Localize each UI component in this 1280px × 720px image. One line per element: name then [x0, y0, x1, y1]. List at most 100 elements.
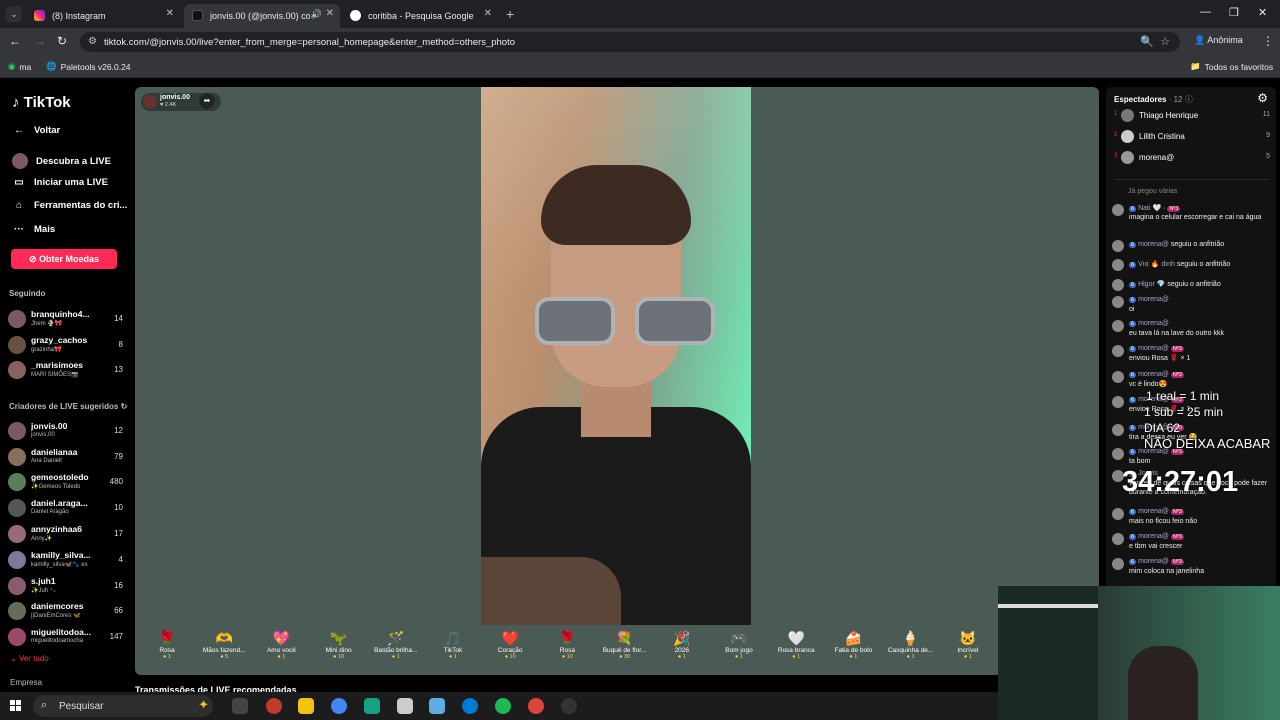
gift-item[interactable]: 🎮 Bom jogo ● 1 [711, 629, 767, 660]
gift-item[interactable]: ❤️ Coração ● 10 [482, 629, 538, 660]
avatar[interactable] [1112, 259, 1124, 271]
suggested-item[interactable]: annyzinhaa6 Anny✨ 17 [8, 524, 123, 546]
suggested-item[interactable]: daniemcores ||DaniEmCores 🦋 66 [8, 601, 123, 623]
gift-item[interactable]: 🌹 Rosa ● 10 [539, 629, 595, 660]
viewer-row[interactable]: 1 Thiago Henrique 11 [1114, 109, 1270, 123]
avatar[interactable] [1112, 396, 1124, 408]
following-item[interactable]: grazy_cachos grazinha🎀 8 [8, 335, 123, 357]
gift-item[interactable]: 🫶 Mãos fazend... ● 5 [196, 629, 252, 660]
all-favorites[interactable]: 📁 Todos os favoritos [1190, 61, 1273, 72]
zoom-icon[interactable]: 🔍 [1140, 36, 1154, 48]
tab-google[interactable]: coritiba - Pesquisa Google ✕ [342, 4, 498, 28]
suggested-item[interactable]: kamilly_silva... kamilly_silva🦋🐾 ex 4 [8, 550, 123, 572]
chat-username[interactable]: morena@ [1138, 371, 1169, 378]
chat-username[interactable]: Higor 💎 [1138, 281, 1165, 288]
chat-username[interactable]: Vıα 🔥 dınh [1138, 261, 1175, 268]
browser-menu-icon[interactable]: ⋮ [1262, 34, 1274, 48]
gift-item[interactable]: 🦖 Mini dino ● 10 [311, 629, 367, 660]
suggested-item[interactable]: s.juh1 ✨Juh ⁺₊ 16 [8, 576, 123, 598]
bookmark-star-icon[interactable]: ☆ [1160, 36, 1170, 48]
nav-discover-live[interactable]: Descubra a LIVE [12, 153, 111, 169]
avatar[interactable] [1112, 204, 1124, 216]
site-settings-icon[interactable]: ⚙ [88, 36, 97, 47]
bookmark-whatsapp[interactable]: ◉ ma [8, 61, 31, 72]
close-icon[interactable]: ✕ [166, 8, 174, 19]
avatar[interactable] [1112, 424, 1124, 436]
chat-username[interactable]: Nati 🤍 · [1138, 205, 1165, 212]
following-item[interactable]: _marisimoes MARI SIMÕES📷 13 [8, 360, 123, 382]
bookmark-paletools[interactable]: 🌐 Paletools v26.0.24 [46, 61, 131, 72]
chat-username[interactable]: morena@ [1138, 508, 1169, 515]
url-field[interactable]: ⚙ tiktok.com/@jonvis.00/live?enter_from_… [80, 32, 1180, 52]
suggested-item[interactable]: daniel.araga... Daniel Aragão 10 [8, 498, 123, 520]
avatar[interactable] [1112, 558, 1124, 570]
speaker-icon[interactable]: 🔊 [311, 9, 322, 20]
taskbar-search[interactable]: ⌕ Pesquisar ✦ [33, 695, 213, 717]
gear-icon[interactable]: ⚙ [1257, 91, 1268, 105]
avatar[interactable] [1112, 508, 1124, 520]
gift-item[interactable]: 🎵 TikTok ● 1 [425, 629, 481, 660]
chat-username[interactable]: morena@ [1138, 320, 1169, 327]
gift-item[interactable]: 🪄 Bastão brilha... ● 1 [368, 629, 424, 660]
app-red-icon[interactable] [266, 698, 282, 714]
spotify-icon[interactable] [495, 698, 511, 714]
gift-item[interactable]: 💖 Amo você ● 1 [253, 629, 309, 660]
back-arrow-icon[interactable]: ← [9, 34, 21, 48]
windows-start-icon[interactable] [10, 700, 22, 712]
avatar[interactable] [1112, 279, 1124, 291]
gift-item[interactable]: 💐 Buquê de flor... ● 30 [597, 629, 653, 660]
avatar[interactable] [1112, 448, 1124, 460]
avatar[interactable] [1112, 320, 1124, 332]
avatar[interactable] [1112, 533, 1124, 545]
share-icon[interactable]: ➦ [199, 93, 215, 109]
suggested-item[interactable]: danielianaa Ana Daniell 79 [8, 447, 123, 469]
gift-item[interactable]: 🤍 Rosa branca ● 1 [768, 629, 824, 660]
viewer-row[interactable]: 2 Lilith Cristina 9 [1114, 130, 1270, 144]
nav-creator-tools[interactable]: ⌂ Ferramentas do cri... [12, 200, 127, 211]
close-window-icon[interactable]: ✕ [1258, 6, 1267, 19]
obs-icon[interactable] [561, 698, 577, 714]
app-green-icon[interactable] [364, 698, 380, 714]
avatar[interactable] [1112, 296, 1124, 308]
chat-username[interactable]: morena@ [1138, 558, 1169, 565]
avatar[interactable] [1112, 240, 1124, 252]
see-all-link[interactable]: ⌄ Ver tudo [10, 654, 49, 663]
gift-item[interactable]: 🐱 Incrível ● 1 [940, 629, 996, 660]
close-icon[interactable]: ✕ [484, 8, 492, 19]
chat-username[interactable]: morena@ [1138, 296, 1169, 303]
tab-instagram[interactable]: (8) Instagram ✕ [26, 4, 180, 28]
nav-start-live[interactable]: ▭ Iniciar uma LIVE [12, 177, 108, 188]
task-view-icon[interactable] [232, 698, 248, 714]
chat-username[interactable]: morena@ [1138, 533, 1169, 540]
following-item[interactable]: branquinho4... Jhem 🍨🎀 14 [8, 309, 123, 331]
edge-icon[interactable] [462, 698, 478, 714]
new-tab-button[interactable]: + [506, 6, 514, 22]
incognito-indicator[interactable]: 👤 Anônima [1194, 35, 1243, 46]
avatar[interactable] [1112, 371, 1124, 383]
tab-tiktok[interactable]: jonvis.00 (@jonvis.00) com 🔊 ✕ [184, 4, 340, 28]
suggested-item[interactable]: gemeostoledo ✨Gemeos Toledo 480 [8, 472, 123, 494]
back-button[interactable]: ← Voltar [12, 125, 60, 136]
close-icon[interactable]: ✕ [326, 8, 334, 19]
avatar[interactable] [1112, 345, 1124, 357]
gift-item[interactable]: 🎉 2026 ● 1 [654, 629, 710, 660]
gift-item[interactable]: 🌹 Rosa ● 1 [139, 629, 195, 660]
nav-more[interactable]: ··· Mais [12, 224, 55, 235]
gift-item[interactable]: 🍦 Casquinha de... ● 1 [883, 629, 939, 660]
gift-item[interactable]: 🍰 Fatia de bolo ● 1 [825, 629, 881, 660]
suggested-item[interactable]: jonvis.00 jonvis.00 12 [8, 421, 123, 443]
app-white-icon[interactable] [397, 698, 413, 714]
viewer-row[interactable]: 3 morena@ 5 [1114, 151, 1270, 165]
chat-username[interactable]: morena@ [1138, 345, 1169, 352]
tab-search-icon[interactable]: ⌄ [6, 6, 22, 22]
minimize-icon[interactable]: — [1200, 6, 1211, 18]
forward-arrow-icon[interactable]: → [34, 34, 46, 48]
chrome-profile-icon[interactable] [528, 698, 544, 714]
refresh-icon[interactable]: ↻ [121, 402, 128, 411]
chrome-icon[interactable] [331, 698, 347, 714]
suggested-item[interactable]: miguelitodoa... miguelitodoamocha 147 [8, 627, 123, 649]
restore-icon[interactable]: ❐ [1229, 6, 1239, 19]
tiktok-logo[interactable]: ♪ TikTok [12, 94, 71, 111]
file-explorer-icon[interactable] [298, 698, 314, 714]
get-coins-button[interactable]: ⊘ Obter Moedas [11, 249, 117, 269]
